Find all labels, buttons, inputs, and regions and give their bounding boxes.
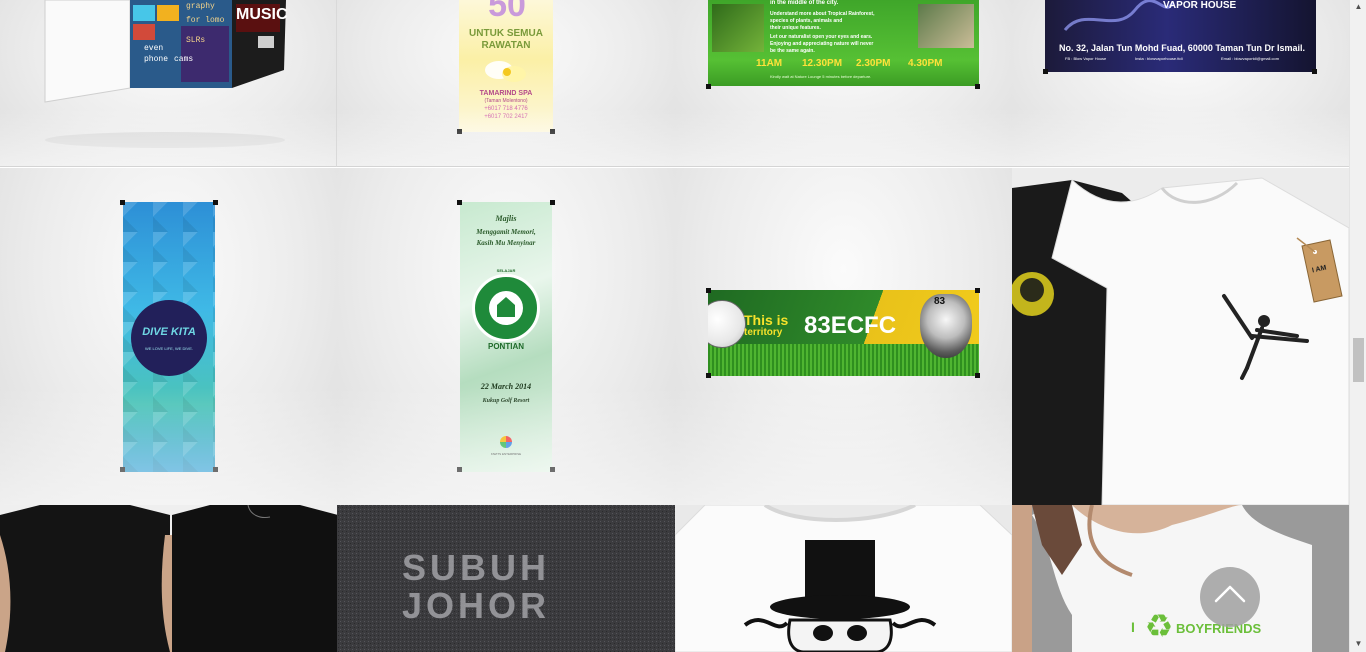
divekita-logo-circle <box>131 300 207 376</box>
vertical-scrollbar[interactable]: ▲ ▼ <box>1349 0 1366 652</box>
music-box-text-3: SLRs <box>186 36 206 45</box>
portfolio-item-recycle-tee[interactable]: ♻ I BOYFRIENDS <box>1012 505 1349 652</box>
portfolio-grid: MUSIC graphy for lomo SLRs even phone ca… <box>0 0 1349 652</box>
rainforest-footnote: Kindly wait at Nature Lounge 5 minutes b… <box>770 74 872 79</box>
majlis-venue: Kukup Golf Resort <box>482 398 530 404</box>
vapor-banner-image: VAPOR HOUSE No. 32, Jalan Tun Mohd Fuad,… <box>1045 0 1316 72</box>
music-box-text-2: for lomo <box>186 16 225 25</box>
majlis-banner-image: Majlis Menggamit Memori, Kasih Mu Menyin… <box>460 202 552 472</box>
majlis-sponsor: KIWITS ENTERPRISE <box>490 452 522 456</box>
scroll-up-arrow[interactable]: ▲ <box>1354 2 1363 11</box>
spa-banner-phone1: +6017 718 4776 <box>484 106 528 112</box>
rainforest-body-2: species of plants, animals and <box>770 18 843 24</box>
portfolio-item-football-banner[interactable]: This is territory 83ECFC 83 <box>675 168 1012 505</box>
music-box-text-5: phone <box>144 55 169 64</box>
divekita-logo-text: DIVE KITA <box>142 326 196 338</box>
music-box-label: MUSIC <box>236 6 288 23</box>
majlis-badge-top: SELAJAR <box>496 268 516 273</box>
frangipani-icon <box>485 61 526 82</box>
back-to-top-button[interactable] <box>1200 567 1260 627</box>
vapor-brand: VAPOR HOUSE <box>1163 0 1237 11</box>
music-box-text-4: even <box>144 44 164 53</box>
music-box-text-1: graphy <box>186 2 215 11</box>
spa-banner-line2: RAWATAN <box>481 40 531 51</box>
scroll-thumb[interactable] <box>1353 338 1364 382</box>
football-sub: territory <box>744 327 783 338</box>
rainforest-time-3: 2.30PM <box>856 58 891 69</box>
portfolio-item-divekita-banner[interactable]: DIVE KITA WE LOVE LIFE, WE DIVE. <box>0 168 337 505</box>
portfolio-item-rainforest-banner[interactable]: in the middle of the city. Understand mo… <box>675 0 1012 167</box>
portfolio-item-vapor-banner[interactable]: VAPOR HOUSE No. 32, Jalan Tun Mohd Fuad,… <box>1012 0 1349 167</box>
portfolio-item-black-tees[interactable]: SUBUH JOHOR <box>0 505 675 652</box>
majlis-title-1: Majlis <box>495 214 517 223</box>
majlis-badge-bottom: PONTIAN <box>488 342 524 351</box>
tshirt-white-image <box>1012 177 1349 505</box>
portfolio-item-spa-banner[interactable]: 50 UNTUK SEMUA RAWATAN TAMARIND SPA (Tam… <box>337 0 675 167</box>
music-box-image <box>44 0 286 148</box>
spa-banner-phone2: +6017 702 2417 <box>484 114 528 120</box>
rainforest-time-4: 4.30PM <box>908 58 943 69</box>
music-box-text-6: cams <box>174 55 194 64</box>
rainforest-body-3: their unique features. <box>770 25 821 31</box>
football-banner-image: This is territory 83ECFC 83 <box>708 290 979 376</box>
football-name: 83ECFC <box>804 312 897 339</box>
rainforest-heading: in the middle of the city. <box>770 0 839 6</box>
majlis-date: 22 March 2014 <box>480 382 532 391</box>
spa-banner-sub: (Taman Molentono) <box>484 98 528 104</box>
soccer-ball-icon <box>708 300 746 348</box>
eagle-crest-icon <box>920 294 972 358</box>
skull-tee-image <box>675 505 1012 652</box>
scroll-down-arrow[interactable]: ▼ <box>1354 639 1363 648</box>
rainforest-time-2: 12.30PM <box>802 58 843 69</box>
vapor-address: No. 32, Jalan Tun Mohd Fuad, 60000 Taman… <box>1058 43 1306 53</box>
black-tees-print: SUBUH JOHOR <box>402 547 551 626</box>
majlis-title-3: Kasih Mu Menyinar <box>476 239 536 247</box>
rainforest-time-1: 11AM <box>756 58 783 69</box>
rainforest-banner-image: in the middle of the city. Understand mo… <box>708 0 979 86</box>
spa-banner-brand: TAMARIND SPA <box>479 90 533 97</box>
football-badge-number: 83 <box>934 296 946 307</box>
portfolio-item-tshirt-white[interactable]: I AM <box>1012 168 1349 505</box>
vapor-insta: Insta : blowvaporhouse.ttdi <box>1135 56 1183 61</box>
school-crest-badge <box>472 274 540 342</box>
football-prefix: This is <box>744 312 789 328</box>
smoke-swirl-icon <box>1063 0 1175 32</box>
majlis-title-2: Menggamit Memori, <box>476 228 536 236</box>
divekita-banner-image: DIVE KITA WE LOVE LIFE, WE DIVE. <box>123 202 215 472</box>
portfolio-item-music-box[interactable]: MUSIC graphy for lomo SLRs even phone ca… <box>0 0 337 167</box>
spa-banner-image: 50 UNTUK SEMUA RAWATAN TAMARIND SPA (Tam… <box>459 0 553 132</box>
vapor-email: Email : blowvaportdi@gmail.com <box>1221 56 1280 61</box>
divekita-tagline: WE LOVE LIFE, WE DIVE. <box>144 346 193 351</box>
portfolio-item-skull-tee[interactable] <box>675 505 1012 652</box>
rainforest-body-6: be the same again. <box>770 48 815 54</box>
vapor-fb: FB : Blow Vapor House <box>1065 56 1107 61</box>
rainforest-body-4: Let our naturalist open your eyes and ea… <box>770 34 873 40</box>
rainforest-body-5: Enjoying and appreciating nature will ne… <box>770 41 874 47</box>
spa-banner-line1: UNTUK SEMUA <box>469 28 543 39</box>
chevron-up-icon <box>1214 585 1246 603</box>
sponsor-logo-icon <box>500 436 512 448</box>
recycle-icon: ♻ <box>1144 608 1174 644</box>
spa-banner-number: 50 <box>488 0 526 24</box>
rainforest-body-1: Understand more about Tropical Rainfores… <box>770 11 875 17</box>
portfolio-item-majlis-banner[interactable]: Majlis Menggamit Memori, Kasih Mu Menyin… <box>337 168 675 505</box>
fern-photo <box>712 4 764 52</box>
recycle-letter: I <box>1131 619 1135 635</box>
visitors-photo <box>918 4 974 48</box>
